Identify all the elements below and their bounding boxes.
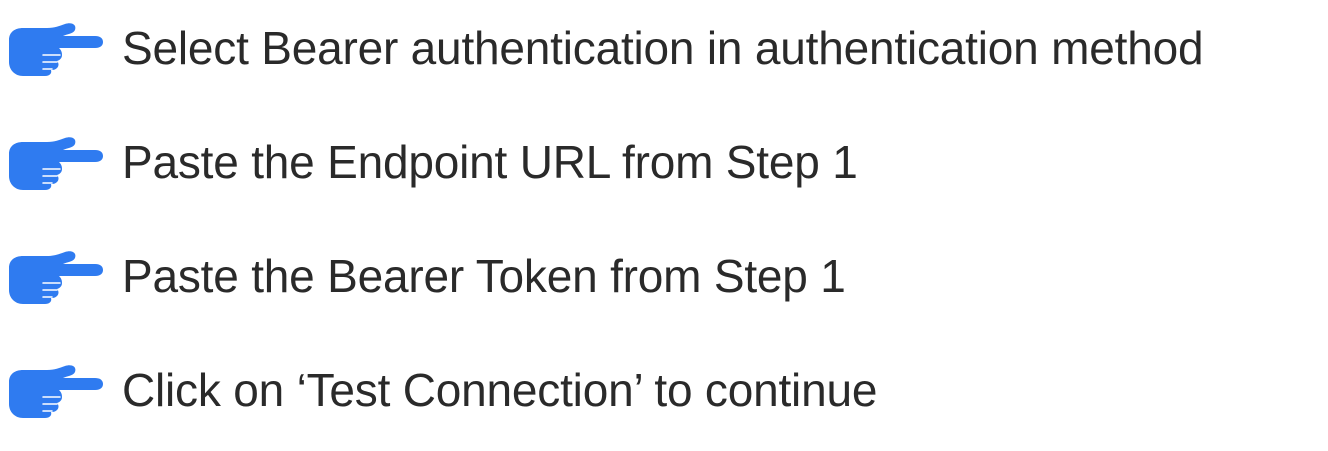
instruction-step-4: Click on ‘Test Connection’ to continue xyxy=(0,355,1328,425)
pointing-hand-icon xyxy=(7,364,103,418)
pointing-hand-icon xyxy=(7,250,103,304)
instruction-step-text: Paste the Endpoint URL from Step 1 xyxy=(122,136,858,188)
instruction-step-2: Paste the Endpoint URL from Step 1 xyxy=(0,127,1328,197)
instruction-step-text: Select Bearer authentication in authenti… xyxy=(122,22,1204,74)
instruction-step-text: Paste the Bearer Token from Step 1 xyxy=(122,250,846,302)
instruction-step-3: Paste the Bearer Token from Step 1 xyxy=(0,241,1328,311)
instruction-step-1: Select Bearer authentication in authenti… xyxy=(0,13,1328,83)
instruction-step-text: Click on ‘Test Connection’ to continue xyxy=(122,364,878,416)
pointing-hand-icon xyxy=(7,22,103,76)
instruction-list: Select Bearer authentication in authenti… xyxy=(0,0,1328,451)
pointing-hand-icon xyxy=(7,136,103,190)
